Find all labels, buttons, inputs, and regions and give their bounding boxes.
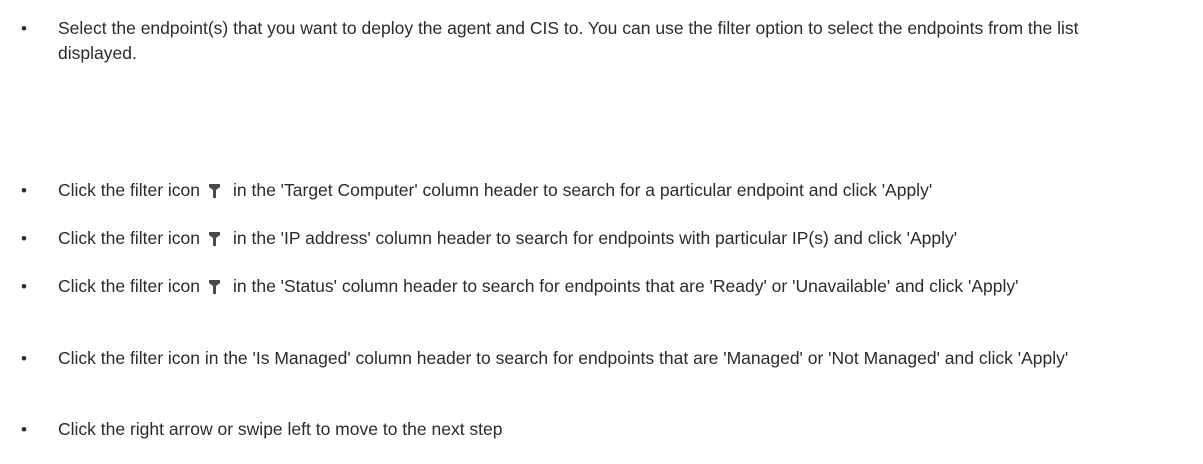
bullet: • [21,349,27,368]
bullet: • [21,181,27,200]
intro-text: Select the endpoint(s) that you want to … [58,18,1079,63]
bullet: • [21,19,27,38]
step-text-before: Click the filter icon [58,276,200,296]
step-text-before: Click the filter icon [58,180,200,200]
list-item-text: Click the filter icon in the 'IP address'… [58,226,1158,251]
step-text-after: in the 'IP address' column header to sea… [233,228,958,248]
step-text-before: Click the filter icon [58,228,200,248]
list-item-text: Click the filter icon in the 'Status' col… [58,274,1158,299]
list-item-text: Click the filter icon in the 'Is Managed… [58,348,1069,368]
bullet: • [21,420,27,439]
filter-icon [209,228,220,246]
filter-icon [209,180,220,198]
filter-icon [209,276,220,294]
list-item-text: Click the right arrow or swipe left to m… [58,419,503,439]
step-text-after: in the 'Target Computer' column header t… [233,180,933,200]
bullet: • [21,277,27,296]
step-text-after: in the 'Status' column header to search … [233,276,1019,296]
list-item-text: Click the filter icon in the 'Target Comp… [58,178,1158,203]
bullet: • [21,229,27,248]
